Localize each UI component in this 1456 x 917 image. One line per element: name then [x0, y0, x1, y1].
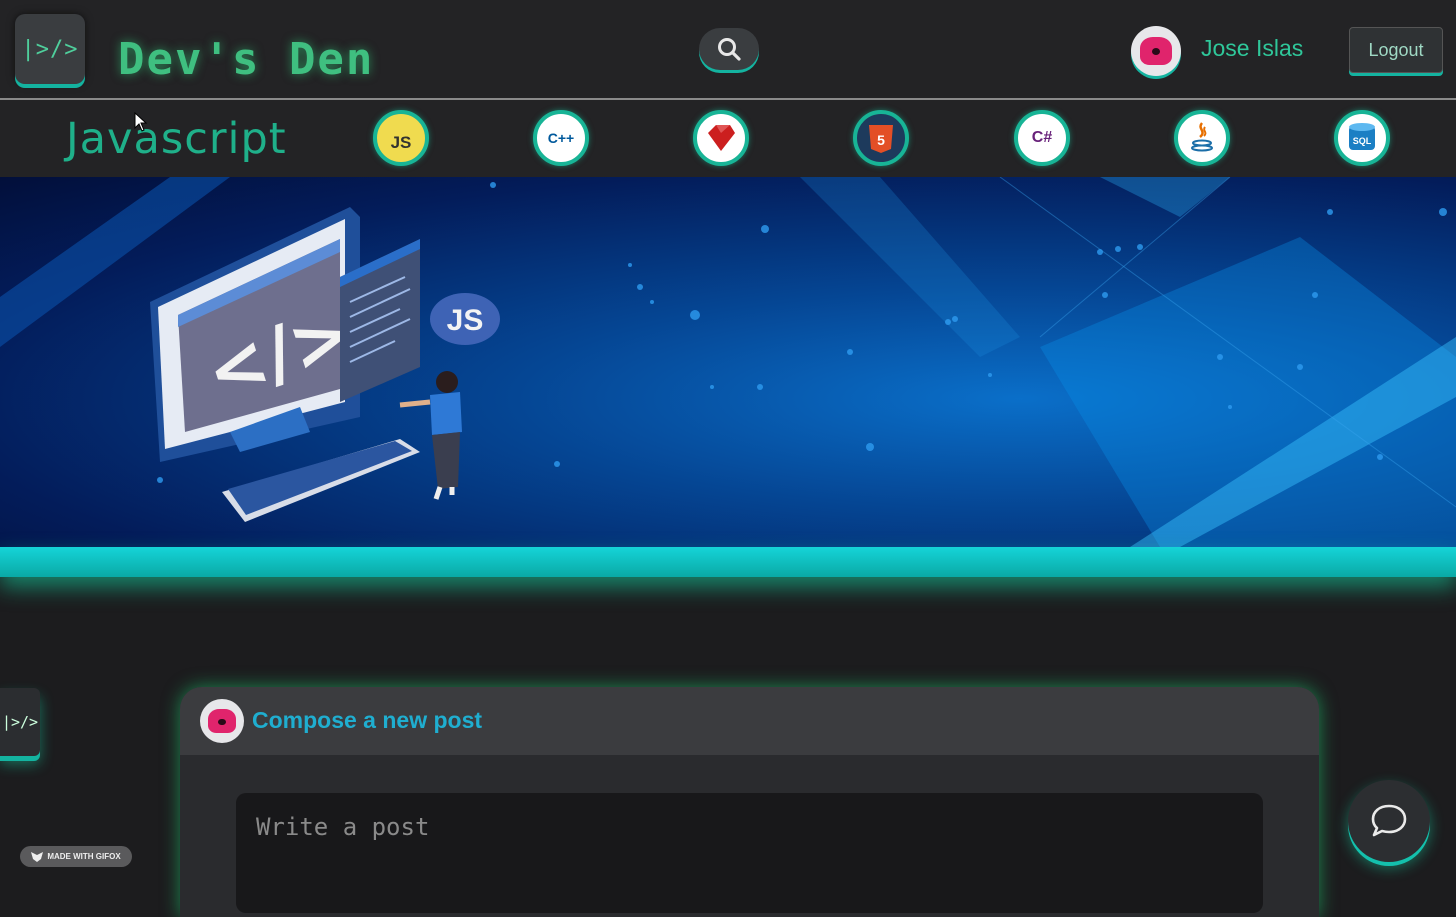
- compose-title: Compose a new post: [252, 707, 483, 733]
- search-button[interactable]: [699, 28, 759, 70]
- robot-icon: [207, 708, 237, 734]
- javascript-icon[interactable]: JS: [373, 110, 429, 166]
- cplusplus-icon-label: C++: [547, 130, 575, 146]
- fox-icon: [31, 851, 44, 862]
- robot-icon: [1140, 37, 1172, 65]
- ruby-icon[interactable]: [693, 110, 749, 166]
- logo-button[interactable]: |>/>: [15, 14, 85, 84]
- svg-text:5: 5: [877, 132, 885, 148]
- chat-button[interactable]: [1348, 780, 1430, 862]
- current-language-title: Javascript: [66, 114, 287, 164]
- banner-glow-divider: [0, 547, 1456, 577]
- logout-button[interactable]: Logout: [1349, 27, 1443, 73]
- post-input[interactable]: [236, 793, 1263, 913]
- sidebar-toggle-button[interactable]: |>/>: [0, 688, 40, 756]
- user-name[interactable]: Jose Islas: [1201, 35, 1303, 62]
- hero-illustration: </> JS: [0, 177, 1456, 547]
- compose-post-card: Compose a new post: [180, 687, 1319, 917]
- top-navbar: |>/> Dev's Den Jose Islas Logout: [0, 0, 1456, 100]
- csharp-icon-label: C#: [1031, 129, 1053, 146]
- mouse-cursor-icon: [134, 112, 148, 132]
- cplusplus-icon[interactable]: C++: [533, 110, 589, 166]
- java-cup-shape: [1191, 122, 1213, 152]
- html5-shield-shape: 5: [869, 125, 893, 153]
- logo-glyph: |>/>: [21, 36, 79, 62]
- chat-bubble-icon: [1371, 804, 1407, 837]
- csharp-icon[interactable]: C#: [1014, 110, 1070, 166]
- compose-header: Compose a new post: [180, 687, 1319, 755]
- brand-wordmark[interactable]: Dev's Den: [118, 10, 374, 82]
- language-bar: Javascript JS C++ 5 C# SQL: [0, 100, 1456, 177]
- hero-banner: </> JS: [0, 177, 1456, 547]
- gifox-label: MADE WITH GIFOX: [47, 852, 121, 861]
- user-avatar[interactable]: [1131, 26, 1181, 76]
- sidebar-toggle-glyph: |>/>: [1, 713, 39, 731]
- sql-database-shape: SQL: [1349, 123, 1375, 150]
- compose-avatar: [200, 699, 244, 743]
- js-badge-text: JS: [447, 304, 484, 337]
- javascript-icon-label: JS: [390, 133, 412, 152]
- search-icon: [718, 38, 741, 61]
- java-icon[interactable]: [1174, 110, 1230, 166]
- sql-icon[interactable]: SQL: [1334, 110, 1390, 166]
- html5-icon[interactable]: 5: [853, 110, 909, 166]
- ruby-gem-shape: [708, 125, 735, 151]
- gifox-watermark: MADE WITH GIFOX: [20, 846, 132, 867]
- svg-text:SQL: SQL: [1353, 136, 1372, 146]
